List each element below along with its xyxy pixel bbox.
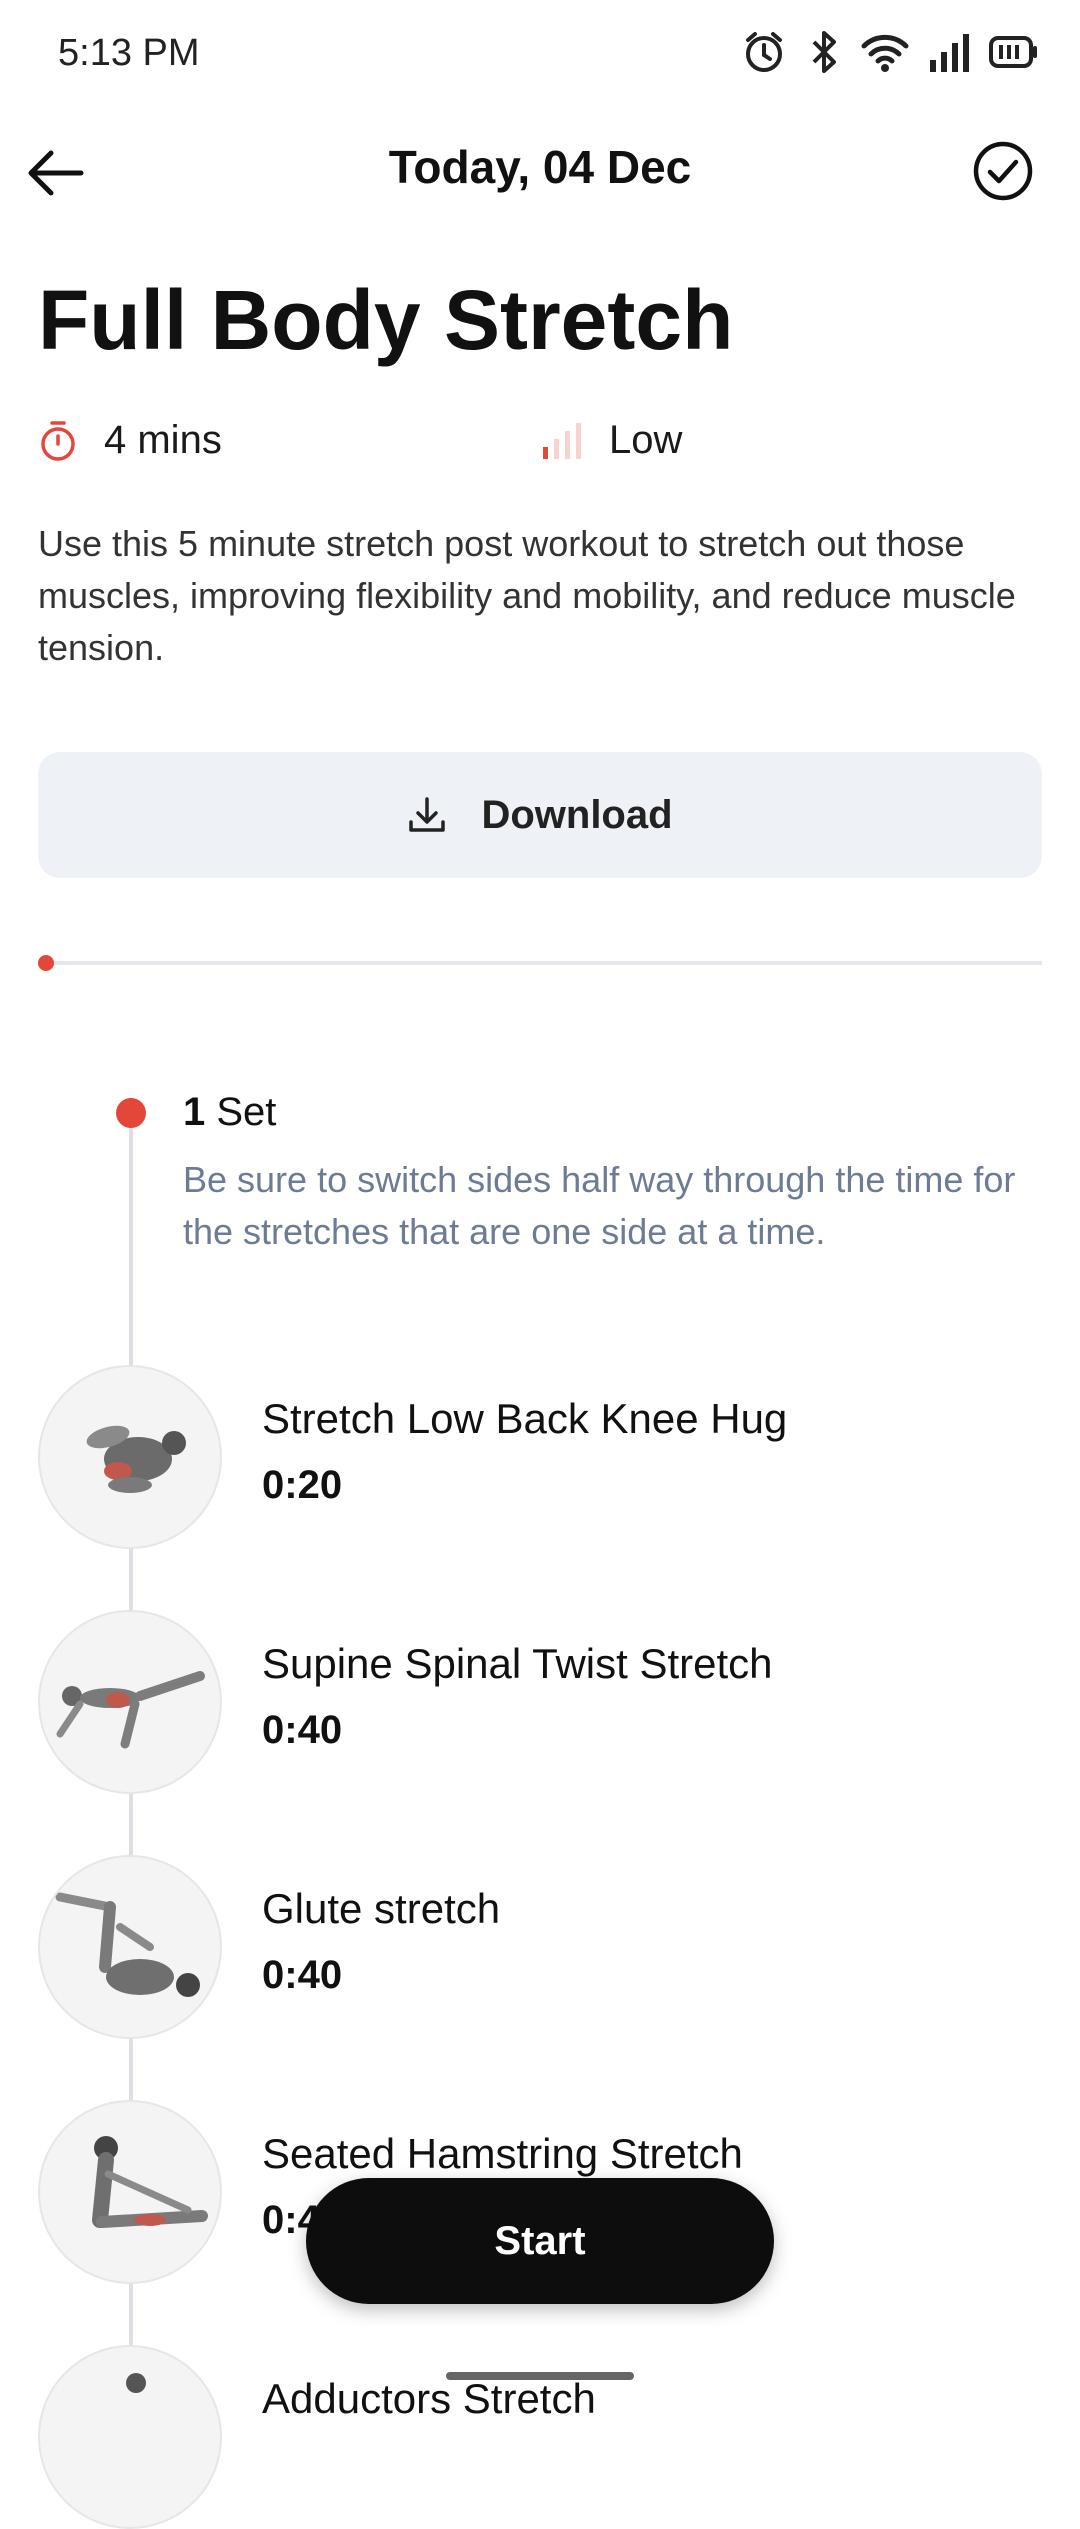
workout-meta: 4 mins Low	[38, 418, 1038, 478]
intensity-meta: Low	[541, 418, 682, 463]
battery-icon	[988, 32, 1040, 72]
alarm-icon	[740, 28, 788, 76]
status-bar: 5:13 PM	[0, 0, 1080, 110]
set-count: 1	[183, 1090, 206, 1134]
home-indicator[interactable]	[446, 2372, 634, 2380]
download-button[interactable]: Download	[38, 752, 1042, 878]
exercise-thumbnail	[38, 2100, 222, 2284]
workout-title: Full Body Stretch	[38, 273, 734, 367]
progress-track	[38, 961, 1042, 965]
complete-button[interactable]	[964, 132, 1042, 210]
set-title: 1 Set	[183, 1090, 276, 1135]
exercise-duration: 0:20	[262, 1463, 343, 1507]
duration-meta: 4 mins	[38, 418, 222, 463]
exercise-duration: 0:40	[262, 1708, 343, 1752]
signal-icon	[928, 30, 970, 74]
timer-icon	[41, 420, 75, 461]
exercise-thumbnail	[38, 1365, 222, 1549]
set-marker	[116, 1098, 146, 1128]
workout-progress	[38, 954, 1042, 972]
header: Today, 04 Dec	[0, 120, 1080, 220]
wifi-icon	[860, 30, 910, 74]
bluetooth-icon	[806, 28, 842, 76]
download-icon	[409, 797, 446, 832]
exercise-duration: 0:40	[262, 1953, 343, 1997]
exercise-thumbnail	[38, 1855, 222, 2039]
exercise-item[interactable]: Stretch Low Back Knee Hug 0:20	[38, 1365, 1042, 1549]
exercise-item[interactable]: Supine Spinal Twist Stretch 0:40	[38, 1610, 1042, 1794]
exercise-thumbnail	[38, 2345, 222, 2529]
start-button[interactable]: Start	[306, 2178, 774, 2304]
exercise-thumbnail	[38, 1610, 222, 1794]
exercise-item[interactable]: Glute stretch 0:40	[38, 1855, 1042, 2039]
exercise-name: Stretch Low Back Knee Hug	[262, 1395, 788, 1442]
exercise-name: Seated Hamstring Stretch	[262, 2130, 743, 2177]
set-note: Be sure to switch sides half way through…	[183, 1159, 1016, 1252]
exercise-name: Glute stretch	[262, 1885, 501, 1932]
workout-description: Use this 5 minute stretch post workout t…	[38, 523, 1016, 668]
progress-indicator	[38, 955, 54, 971]
duration-text: 4 mins	[104, 418, 222, 462]
download-label: Download	[481, 792, 673, 837]
status-time: 5:13 PM	[58, 32, 200, 74]
header-title: Today, 04 Dec	[388, 141, 692, 193]
intensity-bars-icon	[543, 422, 581, 459]
status-icons	[740, 28, 1040, 76]
intensity-text: Low	[609, 418, 683, 462]
set-label: Set	[216, 1090, 277, 1134]
exercise-name: Adductors Stretch	[262, 2375, 596, 2422]
exercise-name: Supine Spinal Twist Stretch	[262, 1640, 773, 1687]
check-circle-icon	[973, 141, 1033, 201]
